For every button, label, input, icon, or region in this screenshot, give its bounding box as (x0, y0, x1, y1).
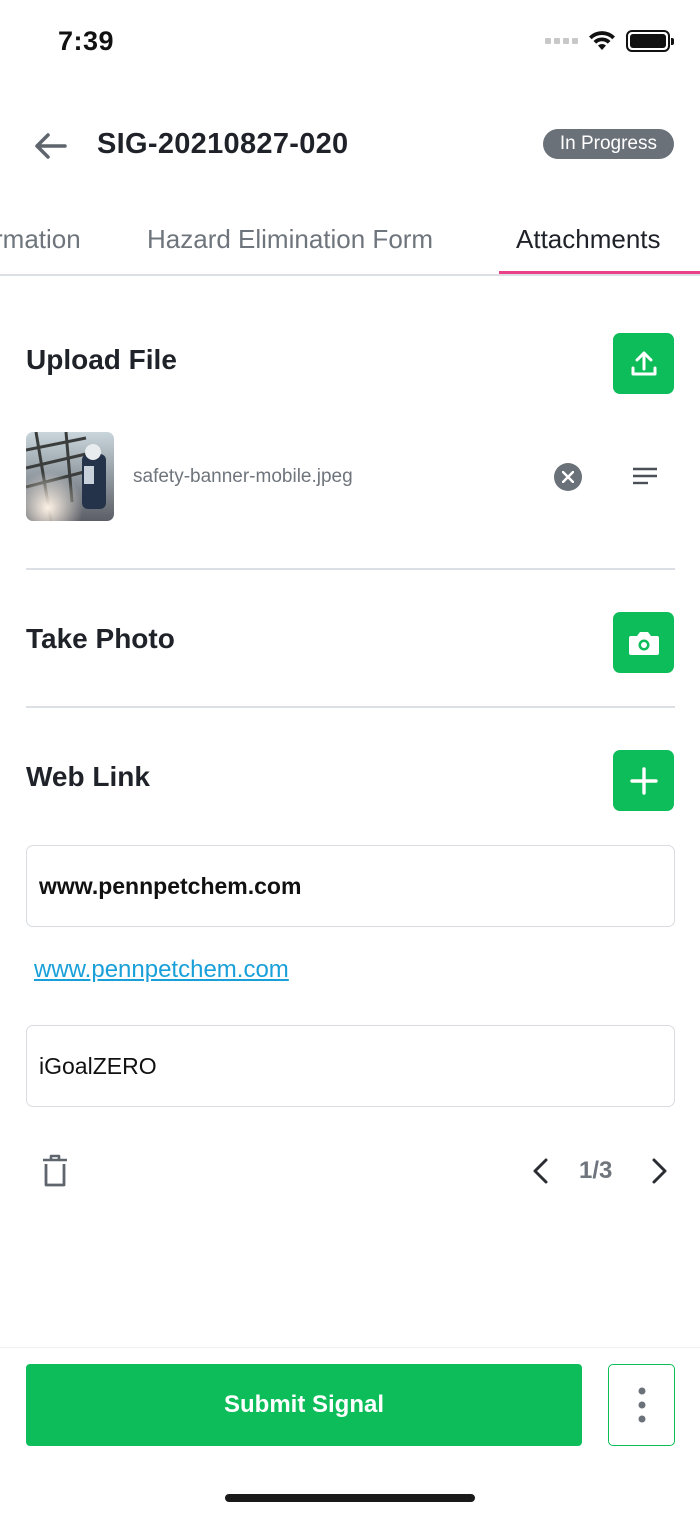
active-tab-indicator (499, 271, 700, 274)
delete-link-button[interactable] (40, 1153, 70, 1189)
tab-hazard-elimination-form[interactable]: Hazard Elimination Form (147, 224, 433, 255)
web-link[interactable]: www.pennpetchem.com (34, 956, 289, 984)
battery-icon (626, 30, 674, 52)
submit-signal-button[interactable]: Submit Signal (26, 1364, 582, 1446)
chevron-right-icon (652, 1158, 667, 1184)
text-lines-icon (633, 467, 657, 485)
tab-bar: rmation Hazard Elimination Form Attachme… (0, 206, 700, 276)
previous-link-button[interactable] (527, 1156, 555, 1186)
page-title: SIG-20210827-020 (97, 128, 349, 160)
divider (26, 706, 675, 708)
tab-information[interactable]: rmation (0, 224, 81, 255)
file-description-button[interactable] (632, 466, 658, 488)
tab-attachments[interactable]: Attachments (516, 224, 661, 255)
file-thumbnail[interactable] (26, 432, 114, 521)
more-options-button[interactable] (608, 1364, 675, 1446)
status-icons (545, 30, 674, 52)
cellular-dots-icon (545, 38, 578, 44)
bottom-action-bar: Submit Signal (0, 1347, 700, 1515)
divider (26, 568, 675, 570)
take-photo-button[interactable] (613, 612, 674, 673)
upload-icon (631, 351, 656, 375)
header: SIG-20210827-020 In Progress (0, 110, 700, 180)
add-web-link-button[interactable] (613, 750, 674, 811)
more-vertical-icon (638, 1387, 645, 1423)
trash-icon (43, 1154, 67, 1187)
web-link-title: Web Link (26, 761, 150, 792)
take-photo-title: Take Photo (26, 623, 175, 654)
status-badge: In Progress (542, 129, 674, 159)
arrow-left-icon (35, 133, 67, 159)
plus-icon (629, 766, 658, 795)
next-link-button[interactable] (645, 1156, 673, 1186)
wifi-icon (589, 31, 615, 50)
web-link-title-input[interactable] (26, 1025, 675, 1107)
upload-file-title: Upload File (26, 344, 177, 375)
close-icon (562, 471, 574, 483)
worker-photo-thumbnail (26, 432, 114, 521)
status-time: 7:39 (58, 26, 115, 56)
status-bar: 7:39 (0, 0, 700, 90)
back-button[interactable] (30, 126, 70, 166)
remove-file-button[interactable] (554, 463, 582, 491)
web-link-url-input[interactable] (26, 845, 675, 927)
chevron-left-icon (533, 1158, 548, 1184)
camera-icon (628, 631, 659, 655)
upload-button[interactable] (613, 333, 674, 394)
file-name: safety-banner-mobile.jpeg (133, 466, 353, 487)
pager-indicator: 1/3 (579, 1157, 613, 1184)
home-indicator (225, 1494, 475, 1502)
